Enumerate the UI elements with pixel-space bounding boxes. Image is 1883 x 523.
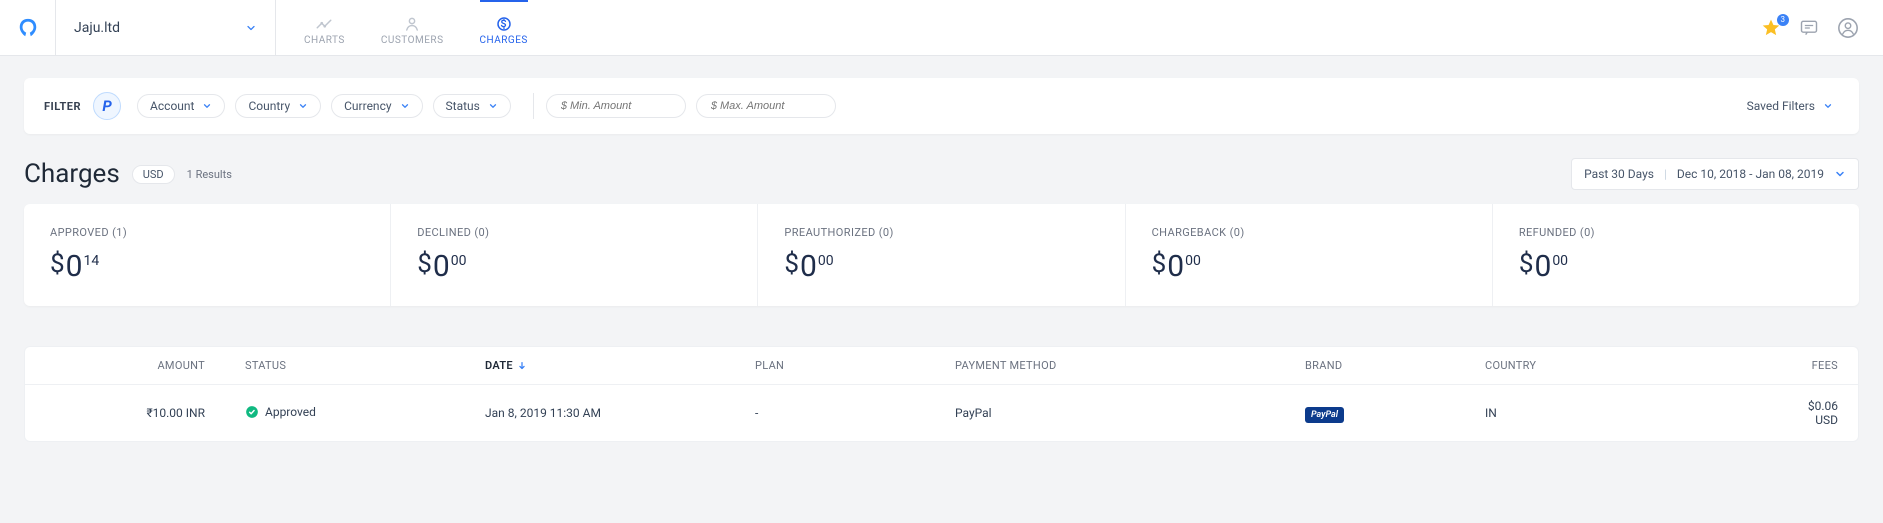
charts-icon — [314, 15, 334, 33]
stat-preauthorized[interactable]: PREAUTHORIZED (0) $000 — [758, 204, 1125, 306]
paypal-badge: PayPal — [1305, 407, 1344, 423]
table-row[interactable]: ₹10.00 INR Approved Jan 8, 2019 11:30 AM… — [24, 384, 1859, 442]
chat-icon[interactable] — [1799, 18, 1819, 38]
th-date[interactable]: DATE — [445, 359, 755, 372]
cell-status: Approved — [205, 405, 445, 422]
chevron-down-icon — [202, 101, 212, 111]
org-switcher[interactable]: Jaju.ltd — [56, 0, 276, 55]
tab-charts[interactable]: CHARTS — [304, 0, 345, 55]
charges-icon — [494, 15, 514, 33]
topbar-right: 3 — [1761, 0, 1883, 55]
currency-chip[interactable]: USD — [132, 165, 175, 184]
th-brand[interactable]: BRAND — [1305, 359, 1485, 372]
filter-country-label: Country — [248, 99, 290, 113]
tab-label: CUSTOMERS — [381, 35, 444, 46]
stat-label: PREAUTHORIZED (0) — [784, 226, 1098, 239]
stats-card: APPROVED (1) $014 DECLINED (0) $000 PREA… — [24, 204, 1859, 306]
stat-declined[interactable]: DECLINED (0) $000 — [391, 204, 758, 306]
stat-approved[interactable]: APPROVED (1) $014 — [24, 204, 391, 306]
filter-currency[interactable]: Currency — [331, 94, 422, 118]
tab-label: CHARGES — [480, 35, 528, 46]
filter-label: FILTER — [44, 100, 81, 113]
chevron-down-icon — [245, 22, 257, 34]
separator — [533, 93, 534, 119]
filter-paypal-chip[interactable]: P — [93, 92, 121, 120]
filter-country[interactable]: Country — [235, 94, 321, 118]
stat-amount: $000 — [1519, 249, 1833, 284]
date-range-value: Dec 10, 2018 - Jan 08, 2019 — [1677, 167, 1824, 181]
chevron-down-icon — [400, 101, 410, 111]
star-badge: 3 — [1777, 14, 1790, 26]
org-name: Jaju.ltd — [74, 20, 120, 36]
approved-icon — [245, 405, 259, 419]
stat-label: REFUNDED (0) — [1519, 226, 1833, 239]
cell-plan: - — [755, 406, 955, 420]
th-country[interactable]: COUNTRY — [1485, 359, 1805, 372]
chevron-down-icon — [1823, 101, 1833, 111]
stat-amount: $000 — [1152, 249, 1466, 284]
max-amount-input[interactable] — [696, 94, 836, 118]
results-count: 1 Results — [187, 168, 232, 181]
title-row: Charges USD 1 Results Past 30 Days | Dec… — [24, 158, 1859, 190]
cell-payment-method: PayPal — [955, 406, 1305, 420]
min-amount-input[interactable] — [546, 94, 686, 118]
customers-icon — [402, 15, 422, 33]
chevron-down-icon — [1834, 168, 1846, 180]
chevron-down-icon — [298, 101, 308, 111]
page-title: Charges — [24, 159, 120, 189]
filter-bar: FILTER P Account Country Currency Status… — [24, 78, 1859, 134]
th-status[interactable]: STATUS — [205, 359, 445, 372]
stat-label: DECLINED (0) — [417, 226, 731, 239]
stat-amount: $000 — [417, 249, 731, 284]
filter-currency-label: Currency — [344, 99, 391, 113]
tab-charges[interactable]: CHARGES — [480, 0, 528, 55]
stat-refunded[interactable]: REFUNDED (0) $000 — [1493, 204, 1859, 306]
filter-status-label: Status — [446, 99, 480, 113]
th-plan[interactable]: PLAN — [755, 359, 955, 372]
sort-desc-icon — [517, 361, 527, 371]
cell-date: Jan 8, 2019 11:30 AM — [445, 406, 755, 420]
stat-amount: $000 — [784, 249, 1098, 284]
nav-tabs: CHARTS CUSTOMERS CHARGES — [276, 0, 556, 55]
th-payment-method[interactable]: PAYMENT METHOD — [955, 359, 1305, 372]
tab-customers[interactable]: CUSTOMERS — [381, 0, 444, 55]
th-fees[interactable]: FEES — [1812, 359, 1838, 372]
date-range-picker[interactable]: Past 30 Days | Dec 10, 2018 - Jan 08, 20… — [1571, 158, 1859, 190]
tab-label: CHARTS — [304, 35, 345, 46]
app-logo[interactable] — [0, 0, 56, 55]
filter-account[interactable]: Account — [137, 94, 225, 118]
cell-amount: ₹10.00 INR — [146, 406, 205, 420]
table-header: AMOUNT STATUS DATE PLAN PAYMENT METHOD B… — [24, 346, 1859, 384]
cell-fees: $0.06 USD — [1805, 399, 1838, 427]
favorites-button[interactable]: 3 — [1761, 18, 1781, 38]
stat-chargeback[interactable]: CHARGEBACK (0) $000 — [1126, 204, 1493, 306]
charges-table: AMOUNT STATUS DATE PLAN PAYMENT METHOD B… — [24, 346, 1859, 442]
saved-filters-label: Saved Filters — [1747, 99, 1815, 113]
th-amount[interactable]: AMOUNT — [157, 359, 205, 372]
cell-country: IN — [1485, 406, 1805, 420]
filter-status[interactable]: Status — [433, 94, 511, 118]
filter-account-label: Account — [150, 99, 194, 113]
chevron-down-icon — [488, 101, 498, 111]
stat-amount: $014 — [50, 249, 364, 284]
saved-filters-button[interactable]: Saved Filters — [1741, 95, 1839, 117]
cell-brand: PayPal — [1305, 406, 1485, 420]
stat-label: CHARGEBACK (0) — [1152, 226, 1466, 239]
top-nav: Jaju.ltd CHARTS CUSTOMERS CHARGES 3 — [0, 0, 1883, 56]
profile-icon[interactable] — [1837, 17, 1859, 39]
date-range-label: Past 30 Days — [1584, 167, 1654, 181]
stat-label: APPROVED (1) — [50, 226, 364, 239]
